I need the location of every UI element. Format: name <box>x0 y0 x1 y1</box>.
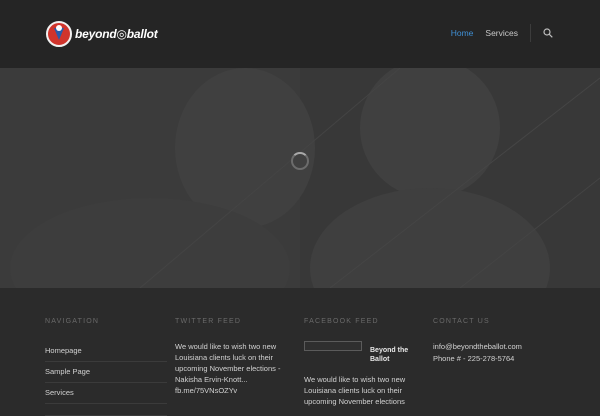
facebook-page-name[interactable]: Beyond the Ballot <box>370 346 424 364</box>
logo-badge-icon <box>46 21 72 47</box>
nav-divider <box>530 24 531 42</box>
facebook-post-text: We would like to wish two new Louisiana … <box>304 375 406 406</box>
loading-spinner-icon <box>291 152 309 170</box>
footer-facebook-feed: FACEBOOK FEED Beyond the Ballot We would… <box>304 318 426 407</box>
facebook-feed-title: FACEBOOK FEED <box>304 318 379 325</box>
footer-contact: CONTACT US info@beyondtheballot.com Phon… <box>433 318 555 365</box>
tweet-text[interactable]: We would like to wish two new Louisiana … <box>175 341 297 396</box>
contact-email[interactable]: info@beyondtheballot.com <box>433 341 555 353</box>
footer-nav-sample-page[interactable]: Sample Page <box>45 362 167 383</box>
nav-item-home[interactable]: Home <box>451 28 474 38</box>
footer-nav-item[interactable] <box>45 404 167 416</box>
footer-twitter-feed: TWITTER FEED We would like to wish two n… <box>175 318 297 396</box>
contact-phone: Phone # - 225-278-5764 <box>433 354 515 363</box>
footer-nav-homepage[interactable]: Homepage <box>45 341 167 362</box>
site-header: beyond◎ballot Home Services <box>0 0 600 68</box>
site-footer: NAVIGATION Homepage Sample Page Services… <box>0 288 600 416</box>
facebook-page-image[interactable] <box>304 341 362 351</box>
footer-navigation-title: NAVIGATION <box>45 318 100 325</box>
main-nav: Home Services <box>451 28 518 38</box>
twitter-feed-title: TWITTER FEED <box>175 318 242 325</box>
footer-nav-services[interactable]: Services <box>45 383 167 404</box>
site-logo[interactable]: beyond◎ballot <box>46 20 158 48</box>
hero-slider <box>0 68 600 288</box>
logo-text: beyond◎ballot <box>75 27 158 41</box>
hero-background <box>0 68 600 288</box>
footer-navigation: NAVIGATION Homepage Sample Page Services <box>45 318 167 416</box>
nav-item-services[interactable]: Services <box>485 28 518 38</box>
search-icon[interactable] <box>543 28 553 38</box>
contact-title: CONTACT US <box>433 318 490 325</box>
